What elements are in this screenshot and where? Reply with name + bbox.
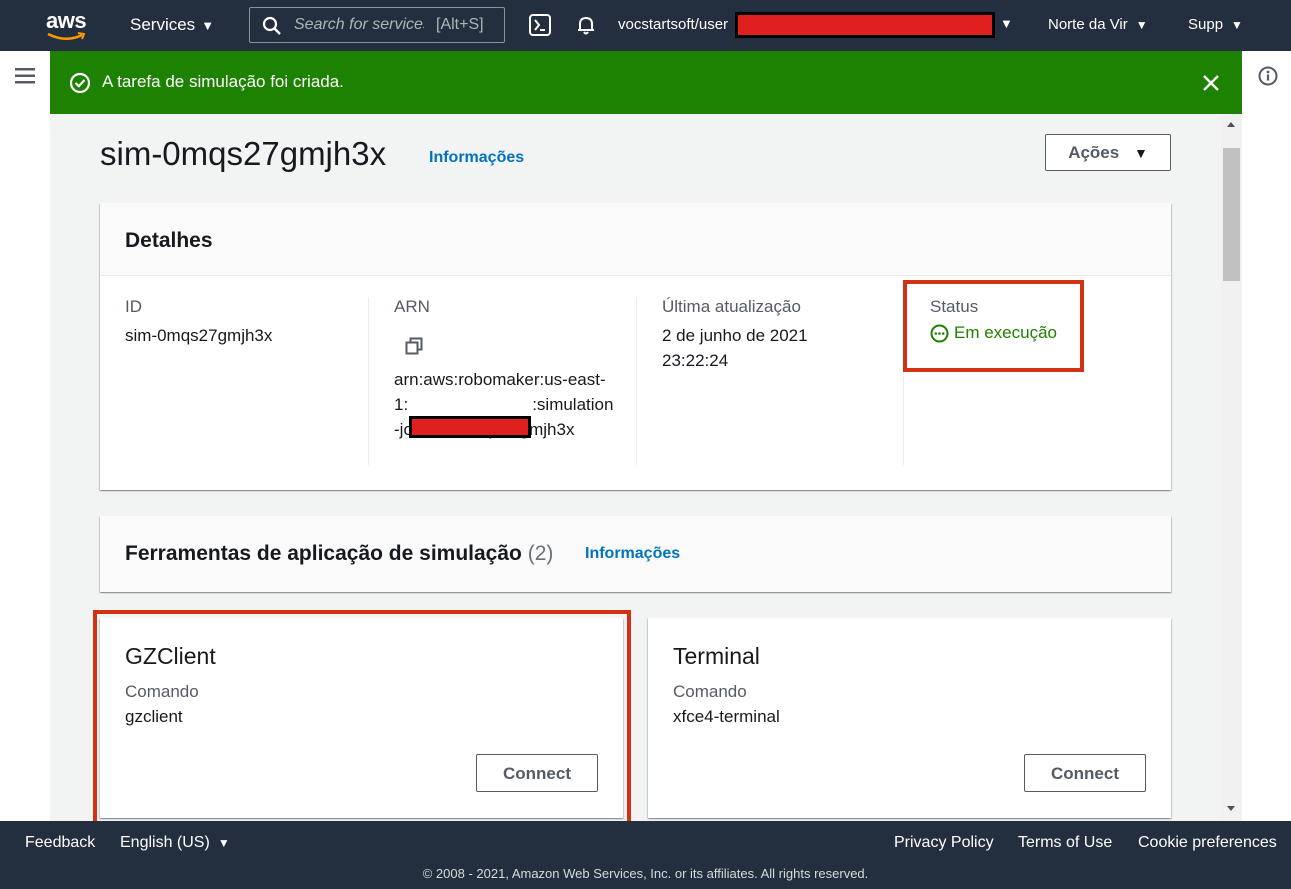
last-updated-time: 23:22:24 — [662, 351, 729, 370]
tool-card-terminal: Terminal Comando xfce4-terminal Connect — [648, 618, 1171, 818]
title-info-link[interactable]: Informações — [429, 149, 524, 167]
search-input[interactable]: Search for services [Alt+S] — [249, 7, 505, 43]
search-icon — [262, 16, 281, 35]
id-label: ID — [125, 297, 142, 316]
tools-title-text: Ferramentas de aplicação de simulação — [125, 542, 522, 565]
success-flash-banner: A tarefa de simulação foi criada. — [50, 51, 1242, 114]
console-footer: Feedback English (US) ▼ Privacy Policy Te… — [0, 821, 1291, 889]
copyright-text: © 2008 - 2021, Amazon Web Services, Inc.… — [422, 866, 869, 881]
left-navigation-rail — [0, 51, 50, 821]
success-check-icon — [69, 72, 91, 94]
caret-down-icon[interactable]: ▼ — [1000, 16, 1013, 31]
notifications-bell-icon[interactable] — [575, 14, 597, 36]
details-title: Detalhes — [125, 229, 213, 252]
column-divider — [636, 297, 637, 465]
aws-logo[interactable]: aws — [44, 8, 90, 40]
services-label: Services — [130, 15, 196, 34]
arn-field: ARN — [394, 297, 430, 317]
tools-info-link[interactable]: Informações — [585, 545, 680, 563]
simulation-tools-header: Ferramentas de aplicação de simulação (2… — [100, 516, 1171, 592]
redaction-box — [735, 12, 995, 38]
caret-down-icon: ▼ — [201, 18, 215, 33]
info-icon[interactable] — [1258, 66, 1278, 86]
region-selector[interactable]: Norte da Vir ▼ — [1048, 16, 1148, 33]
connect-button[interactable]: Connect — [1024, 754, 1146, 792]
account-menu-label[interactable]: vocstartsoft/user — [618, 16, 728, 33]
tools-title: Ferramentas de aplicação de simulação (2… — [125, 542, 553, 566]
tool-name: Terminal — [673, 643, 760, 669]
scrollbar-thumb[interactable] — [1223, 148, 1240, 281]
tool-command-label: Comando — [673, 682, 747, 701]
search-placeholder: Search for services — [294, 16, 424, 33]
caret-down-icon: ▼ — [1133, 145, 1148, 161]
close-icon[interactable] — [1201, 73, 1221, 93]
arn-label: ARN — [394, 297, 430, 316]
actions-dropdown-button[interactable]: Ações ▼ — [1045, 134, 1171, 171]
top-navigation-bar: aws Services ▼ Search for services [Alt+S… — [0, 0, 1291, 51]
tool-command: xfce4-terminal — [673, 707, 780, 726]
id-value: sim-0mqs27gmjh3x — [125, 326, 273, 345]
hamburger-menu-icon[interactable] — [15, 68, 35, 84]
privacy-policy-link[interactable]: Privacy Policy — [894, 834, 994, 852]
scroll-down-arrow-icon[interactable] — [1227, 806, 1235, 811]
last-updated-field: Última atualização 2 de junho de 2021 23… — [662, 297, 808, 373]
cloudshell-icon[interactable] — [529, 14, 551, 36]
support-label: Supp — [1188, 16, 1224, 33]
copy-icon[interactable] — [405, 337, 423, 355]
tools-count: (2) — [527, 542, 554, 565]
services-menu-button[interactable]: Services ▼ — [130, 15, 214, 35]
last-updated-label: Última atualização — [662, 297, 801, 316]
redaction-box — [409, 416, 531, 438]
feedback-link[interactable]: Feedback — [25, 834, 95, 852]
region-label: Norte da Vir — [1048, 16, 1128, 33]
caret-down-icon: ▼ — [217, 836, 230, 850]
aws-logo-text: aws — [46, 8, 87, 33]
actions-label: Ações — [1068, 143, 1120, 162]
vertical-scrollbar[interactable] — [1221, 114, 1242, 821]
status-highlight-box — [903, 280, 1084, 372]
details-header: Detalhes — [100, 203, 1171, 276]
cookie-preferences-link[interactable]: Cookie preferences — [1138, 834, 1277, 852]
caret-down-icon: ▼ — [1135, 18, 1148, 32]
caret-down-icon: ▼ — [1231, 18, 1243, 32]
search-shortcut: [Alt+S] — [436, 16, 484, 33]
id-field: ID sim-0mqs27gmjh3x — [125, 297, 272, 348]
scroll-up-arrow-icon[interactable] — [1227, 122, 1235, 127]
right-tools-rail — [1242, 51, 1291, 821]
aws-smile-icon — [47, 32, 86, 40]
terms-of-use-link[interactable]: Terms of Use — [1018, 834, 1112, 852]
flash-message: A tarefa de simulação foi criada. — [102, 72, 344, 91]
support-menu[interactable]: Supp ▼ — [1188, 16, 1243, 33]
language-selector[interactable]: English (US) ▼ — [120, 834, 230, 852]
last-updated-date: 2 de junho de 2021 — [662, 326, 808, 345]
page-title: sim-0mqs27gmjh3x — [100, 135, 387, 172]
gzclient-highlight-box — [93, 610, 631, 825]
language-label: English (US) — [120, 834, 210, 851]
column-divider — [368, 297, 369, 465]
